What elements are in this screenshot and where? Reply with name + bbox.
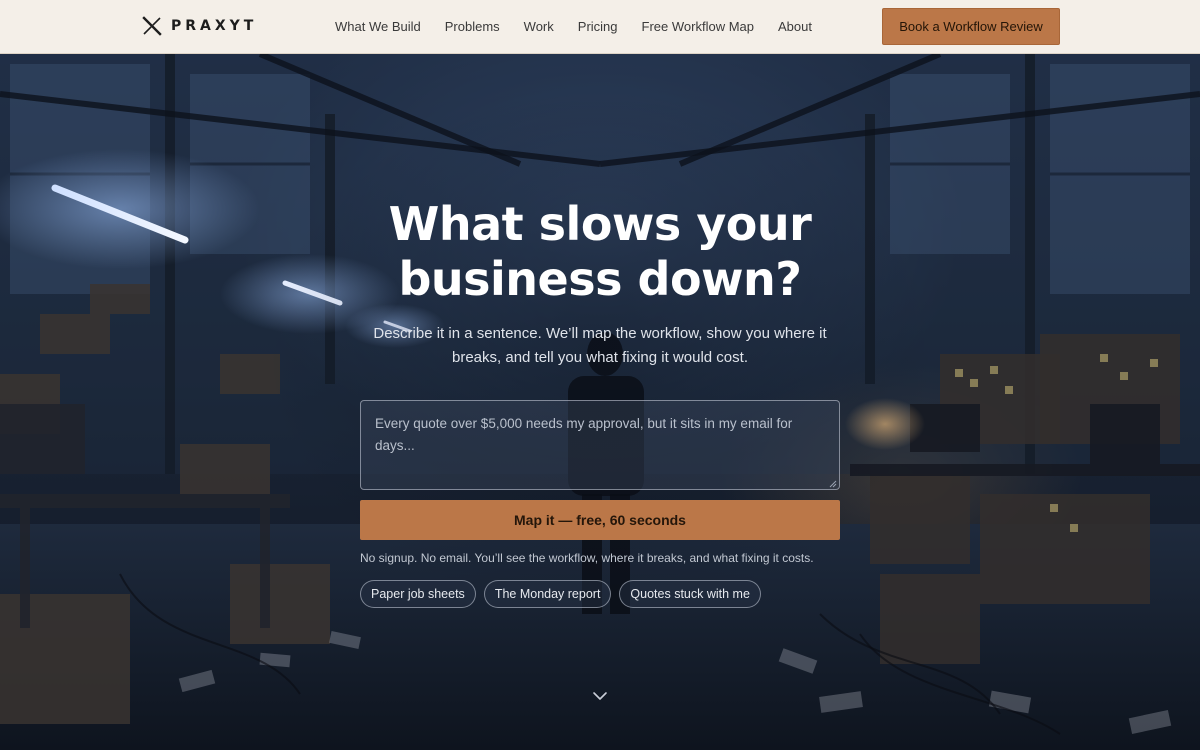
resize-handle-icon[interactable]	[829, 480, 837, 488]
brand-name: PRAXYT	[171, 18, 258, 34]
hero-subtitle: Describe it in a sentence. We’ll map the…	[373, 325, 827, 366]
main-nav: What We Build Problems Work Pricing Free…	[335, 19, 836, 34]
brand-logo[interactable]: PRAXYT	[142, 16, 257, 36]
hero-title-line-2: business down?	[398, 252, 802, 306]
book-workflow-review-button[interactable]: Book a Workflow Review	[882, 8, 1060, 45]
example-chips: Paper job sheets The Monday report Quote…	[360, 580, 769, 608]
nav-about[interactable]: About	[778, 19, 812, 34]
site-header: PRAXYT What We Build Problems Work Prici…	[0, 0, 1200, 54]
chevron-down-icon[interactable]	[592, 690, 608, 702]
nav-what-we-build[interactable]: What We Build	[335, 19, 421, 34]
nav-problems[interactable]: Problems	[445, 19, 500, 34]
map-it-button[interactable]: Map it — free, 60 seconds	[360, 500, 840, 540]
nav-pricing[interactable]: Pricing	[578, 19, 618, 34]
x-logo-icon	[142, 16, 162, 36]
hero-title-line-1: What slows your	[388, 197, 812, 251]
example-chip-quotes-stuck[interactable]: Quotes stuck with me	[619, 580, 761, 608]
hero-section: What slows your business down? Describe …	[0, 54, 1200, 750]
fine-print: No signup. No email. You’ll see the work…	[360, 551, 814, 565]
problem-description-input[interactable]	[360, 400, 840, 490]
nav-free-workflow-map[interactable]: Free Workflow Map	[642, 19, 754, 34]
hero-title: What slows your business down?	[300, 197, 900, 307]
nav-work[interactable]: Work	[524, 19, 554, 34]
example-chip-monday-report[interactable]: The Monday report	[483, 580, 612, 608]
example-chip-paper-job-sheets[interactable]: Paper job sheets	[360, 580, 476, 608]
